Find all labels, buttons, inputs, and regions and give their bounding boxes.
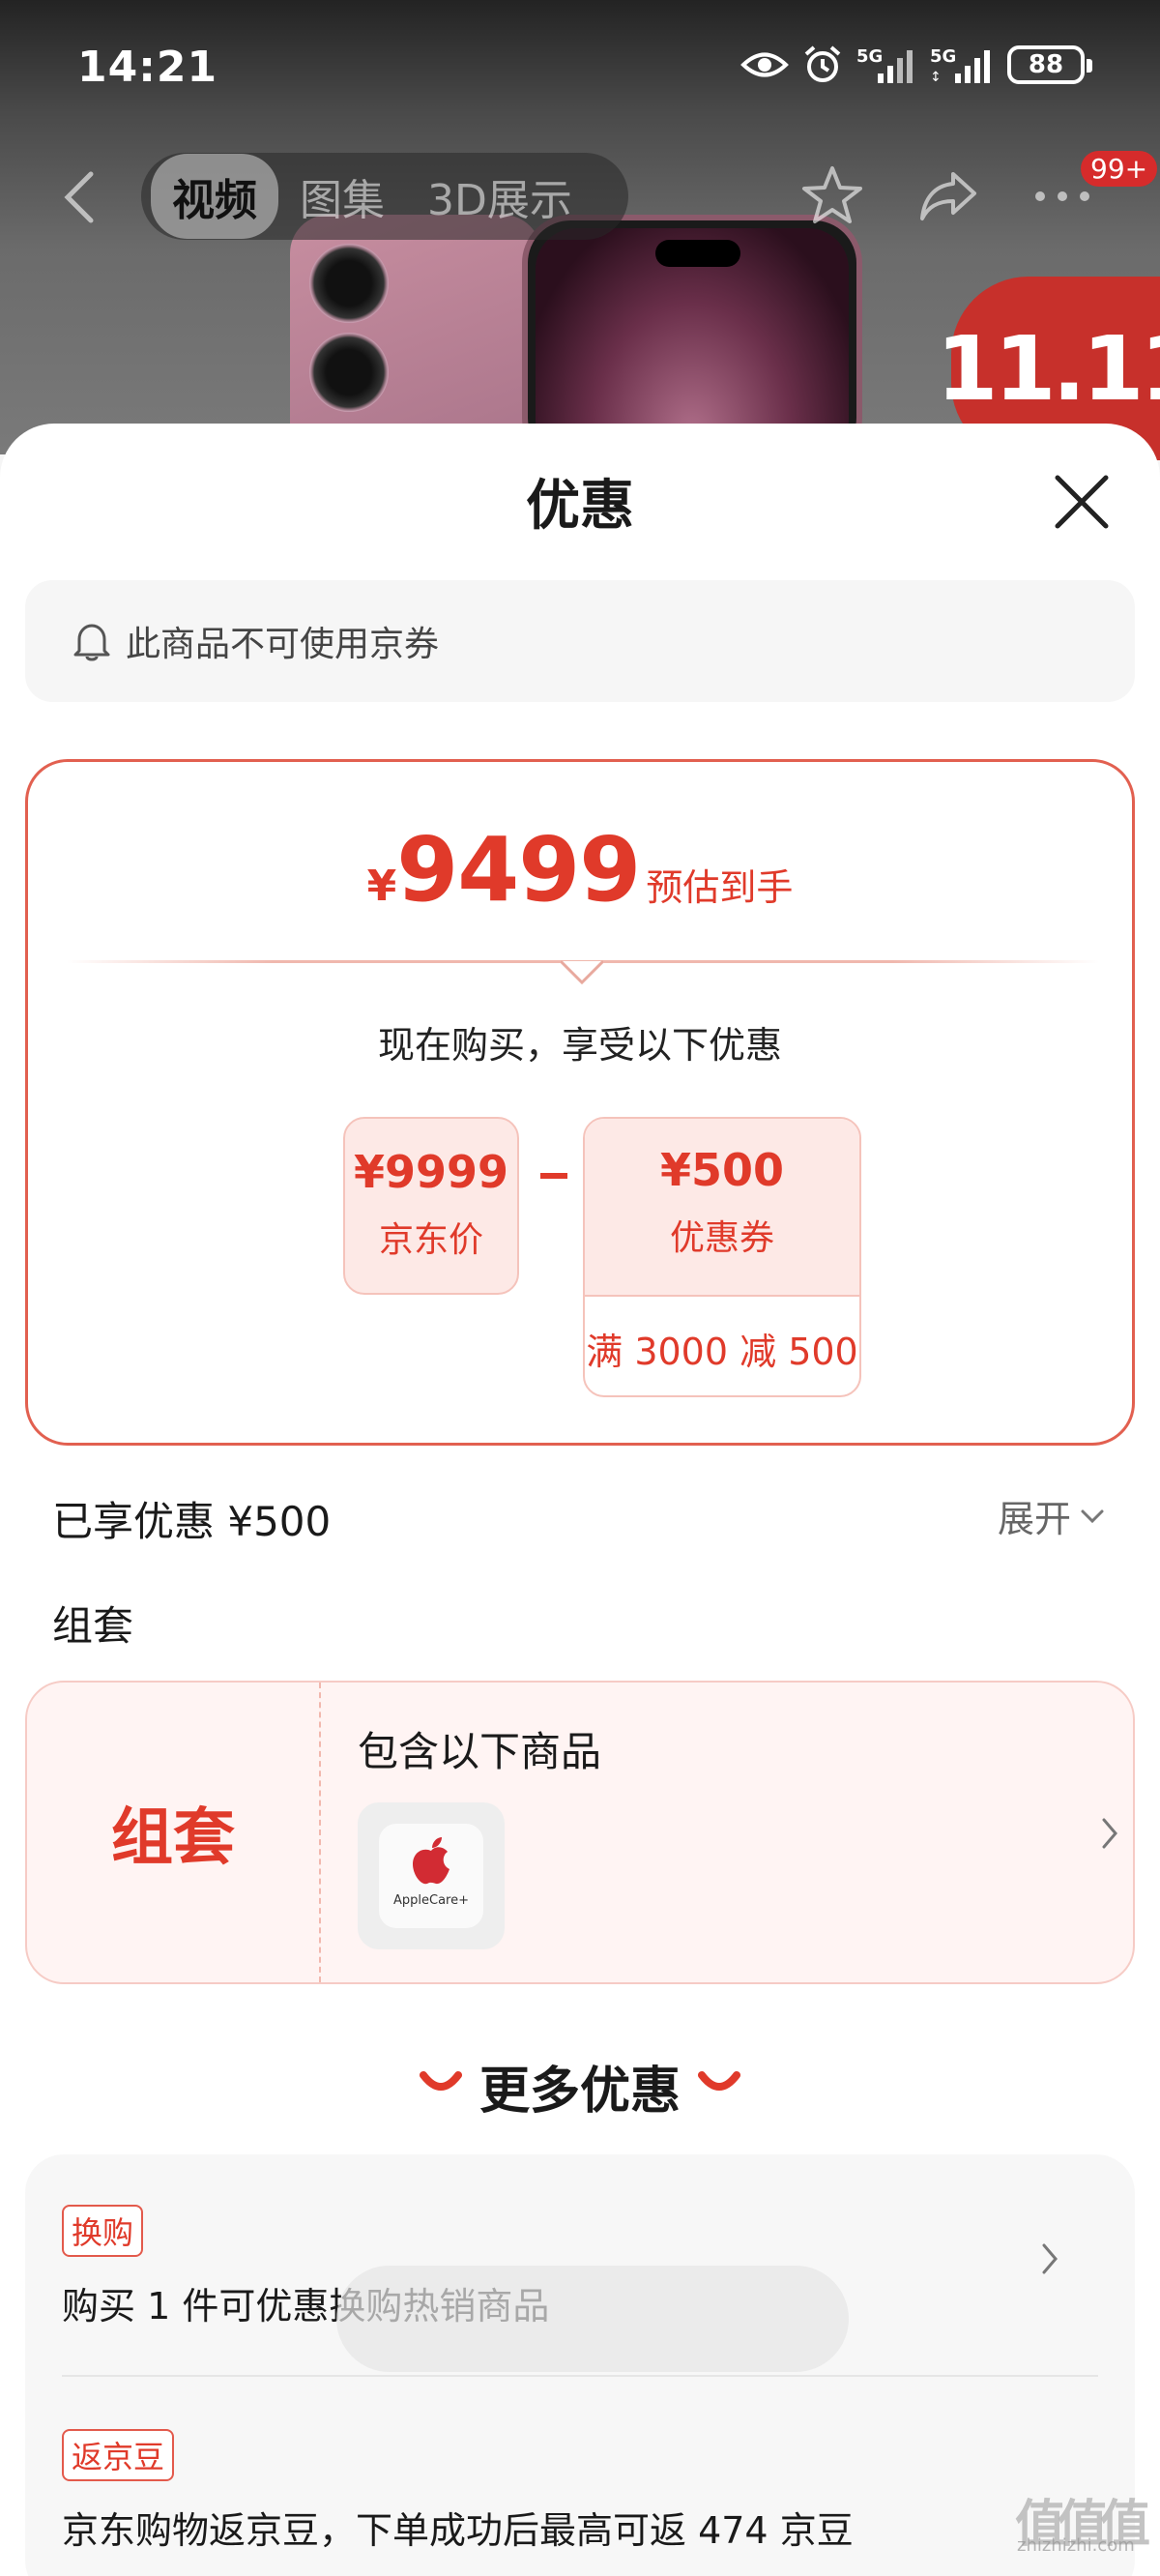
- more-offers-title: 更多优惠: [478, 2063, 681, 2121]
- coupon-notice: 此商品不可使用京券: [25, 580, 1135, 702]
- media-tabs: 视频 图集 3D展示: [141, 153, 628, 240]
- final-price-currency: ¥: [366, 862, 397, 911]
- signal-5g-icon: 5G ↕: [930, 46, 990, 85]
- jd-price-label: 京东价: [378, 1220, 483, 1260]
- coupon-condition: 满 3000 减 500: [586, 1331, 858, 1373]
- final-price: ¥9499 预估到手: [28, 818, 1132, 922]
- close-icon[interactable]: [1052, 472, 1112, 532]
- coupon-chip[interactable]: ¥500 优惠券 满 3000 减 500: [583, 1117, 861, 1397]
- buy-now-text: 现在购买，享受以下优惠: [377, 1024, 782, 1067]
- coupon-label: 优惠券: [669, 1218, 774, 1258]
- coupon-value: ¥500: [659, 1144, 785, 1196]
- watermark: zhizhizhi.com: [1017, 2535, 1135, 2556]
- bundle-label: 组套: [111, 1802, 235, 1874]
- smile-decoration-icon: [698, 2071, 740, 2091]
- svg-text:5G: 5G: [856, 46, 883, 67]
- price-breakdown-card: ¥9499 预估到手 现在购买，享受以下优惠 ¥9999 京东价 ¥500 优惠券…: [25, 759, 1135, 1446]
- expand-button[interactable]: 展开: [998, 1489, 1106, 1542]
- more-offers-card: 换购 购买 1 件可优惠换购热销商品 返京豆 京东购物返京豆，下单成功后最高可返…: [25, 2154, 1135, 2576]
- bell-icon: [73, 624, 110, 661]
- chevron-right-icon[interactable]: [1040, 2241, 1061, 2276]
- sheet-title: 优惠: [526, 475, 634, 538]
- svg-text:5G: 5G: [930, 46, 956, 67]
- bundle-separator: [319, 1683, 321, 1982]
- jd-price-chip: ¥9999 京东价: [343, 1117, 519, 1295]
- tab-gallery[interactable]: 图集: [278, 165, 406, 227]
- expand-label: 展开: [998, 1498, 1072, 1540]
- status-bar: 14:21 5G 5G ↕ 88: [0, 0, 1160, 135]
- apple-logo-icon: [413, 1837, 450, 1885]
- status-icons: 5G 5G ↕ 88: [740, 44, 1092, 85]
- bundle-item-caption: AppleCare+: [393, 1893, 469, 1908]
- chevron-right-icon: [1102, 1818, 1117, 1849]
- battery-indicator: 88: [1007, 45, 1092, 84]
- svg-text:↕: ↕: [930, 70, 942, 85]
- notification-badge: 99+: [1081, 151, 1158, 187]
- tab-video[interactable]: 视频: [151, 154, 278, 239]
- alarm-icon: [804, 45, 841, 82]
- offer-text-jingdou: 京东购物返京豆，下单成功后最高可返 474 京豆: [62, 2509, 854, 2552]
- bundle-item-thumbnail[interactable]: AppleCare+: [358, 1802, 505, 1949]
- screen: 11.11 14:21 5G 5G ↕: [0, 0, 1160, 2576]
- jd-price-value: ¥9999: [353, 1146, 509, 1198]
- star-icon[interactable]: [798, 162, 866, 230]
- notice-text: 此商品不可使用京券: [126, 625, 440, 664]
- offer-tag-jingdou: 返京豆: [62, 2429, 175, 2481]
- minus-sign: [540, 1173, 567, 1179]
- chevron-down-icon: [1081, 1509, 1104, 1523]
- floating-pill: [336, 2266, 849, 2372]
- status-time: 14:21: [77, 43, 218, 92]
- divider-notch: [561, 959, 603, 984]
- bundle-card[interactable]: 组套 包含以下商品 AppleCare+: [25, 1681, 1135, 1984]
- enjoyed-discount: 已享优惠 ¥500: [52, 1498, 332, 1545]
- final-price-label: 预估到手: [646, 866, 794, 909]
- bundle-title: 包含以下商品: [358, 1728, 602, 1775]
- offer-divider: [62, 2375, 1098, 2377]
- eye-icon: [740, 52, 789, 77]
- tab-3d[interactable]: 3D展示: [406, 165, 594, 227]
- signal-5g-icon: 5G: [856, 46, 913, 83]
- back-arrow-icon[interactable]: [60, 170, 99, 224]
- share-icon[interactable]: [914, 162, 982, 230]
- final-price-value: 9499: [396, 818, 641, 922]
- offer-tag-trade-in: 换购: [62, 2205, 144, 2257]
- set-heading: 组套: [52, 1602, 134, 1650]
